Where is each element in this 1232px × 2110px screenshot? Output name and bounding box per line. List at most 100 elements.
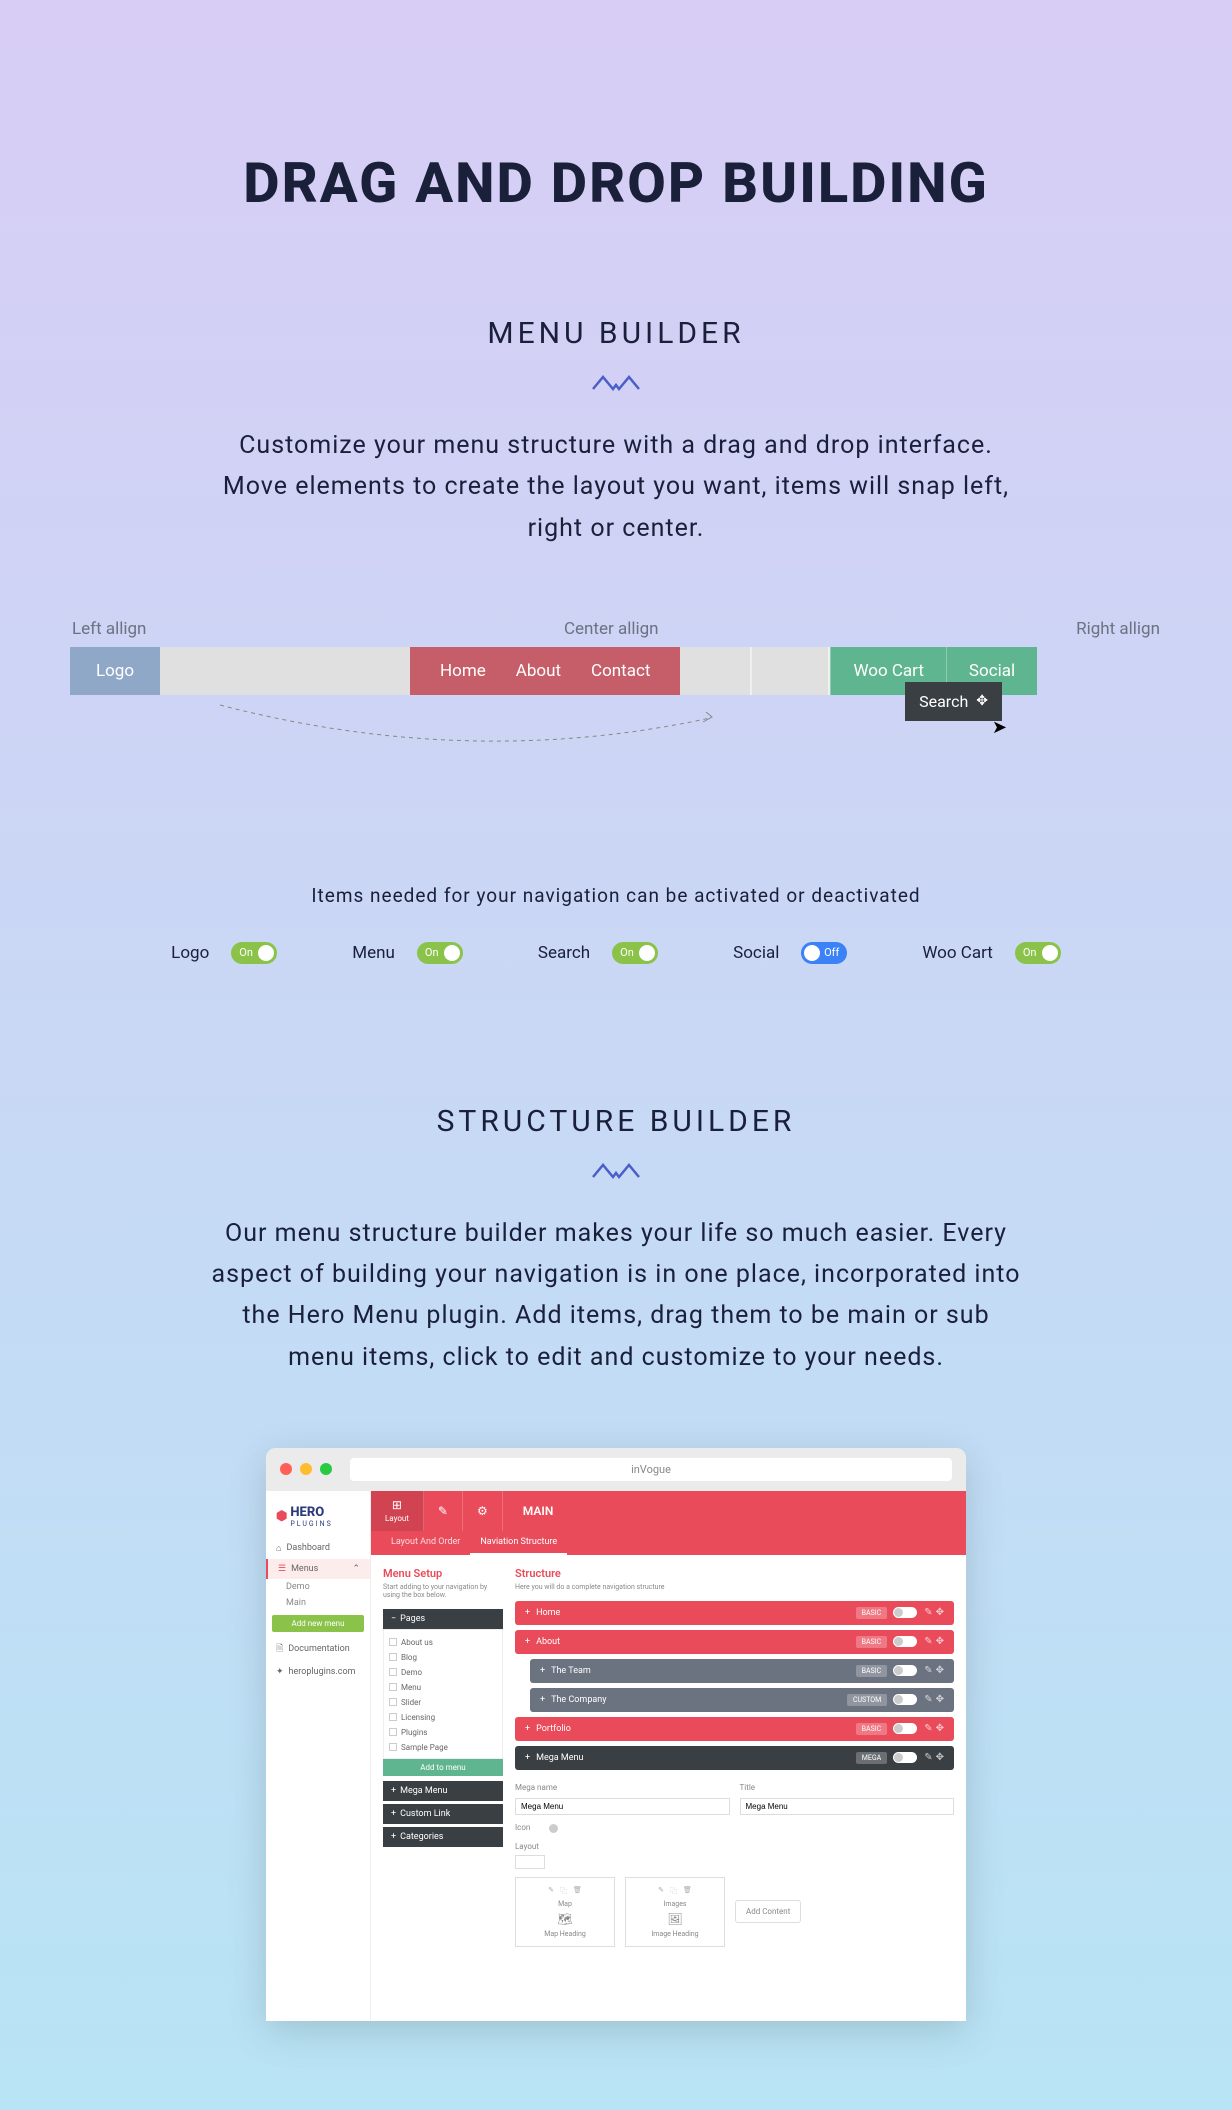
toggle-logo: Logo On xyxy=(171,942,277,964)
tab-nav-structure[interactable]: Naviation Structure xyxy=(470,1531,567,1555)
pencil-icon: ✎ xyxy=(438,1504,448,1518)
toggle-label: Woo Cart xyxy=(922,943,992,963)
doc-icon: 🗎 xyxy=(276,1641,283,1657)
page-item[interactable]: Plugins xyxy=(389,1725,497,1740)
nav-about[interactable]: About xyxy=(516,661,561,681)
structure-item[interactable]: +Mega MenuMEGA✎✥ xyxy=(515,1746,954,1770)
page-item[interactable]: Menu xyxy=(389,1680,497,1695)
edit-icon[interactable]: ✎ xyxy=(924,1636,932,1647)
checkbox[interactable] xyxy=(389,1743,397,1751)
minimize-dot[interactable] xyxy=(300,1463,312,1475)
pencil-icon: ✎ xyxy=(658,1886,664,1896)
sidebar-demo[interactable]: Demo xyxy=(266,1579,370,1595)
page-item[interactable]: Sample Page xyxy=(389,1740,497,1755)
move-icon[interactable]: ✥ xyxy=(936,1723,944,1734)
expand-icon[interactable]: + xyxy=(525,1724,530,1734)
menu-icon: ☰ xyxy=(278,1564,286,1574)
layout-box-map[interactable]: ✎⿻🗑Map🗺Map Heading xyxy=(515,1877,615,1947)
edit-icon[interactable]: ✎ xyxy=(924,1723,932,1734)
maximize-dot[interactable] xyxy=(320,1463,332,1475)
toggle-switch[interactable]: On xyxy=(612,942,658,964)
url-bar[interactable]: inVogue xyxy=(350,1458,952,1481)
page-item[interactable]: About us xyxy=(389,1635,497,1650)
align-labels: Left allign Center allign Right allign xyxy=(70,619,1162,639)
structure-item[interactable]: +PortfolioBASIC✎✥ xyxy=(515,1717,954,1741)
item-toggle[interactable] xyxy=(893,1636,917,1647)
toolbar-settings[interactable]: ⚙ xyxy=(463,1491,503,1531)
item-toggle[interactable] xyxy=(893,1723,917,1734)
tab-layout-order[interactable]: Layout And Order xyxy=(381,1531,470,1555)
move-icon[interactable]: ✥ xyxy=(936,1636,944,1647)
page-item[interactable]: Demo xyxy=(389,1665,497,1680)
sidebar-menus[interactable]: ☰Menus⌃ xyxy=(266,1559,370,1579)
edit-icon[interactable]: ✎ xyxy=(924,1607,932,1618)
item-toggle[interactable] xyxy=(893,1694,917,1705)
mega-menu-header[interactable]: +Mega Menu xyxy=(383,1781,503,1801)
add-content-button[interactable]: Add Content xyxy=(735,1900,801,1923)
expand-icon[interactable]: + xyxy=(525,1608,530,1618)
move-icon[interactable]: ✥ xyxy=(936,1607,944,1618)
expand-icon[interactable]: + xyxy=(540,1666,545,1676)
toggle-switch[interactable]: Off xyxy=(801,942,847,964)
checkbox[interactable] xyxy=(389,1698,397,1706)
close-dot[interactable] xyxy=(280,1463,292,1475)
toggle-switch[interactable]: On xyxy=(417,942,463,964)
checkbox[interactable] xyxy=(389,1713,397,1721)
add-new-menu-button[interactable]: Add new menu xyxy=(272,1615,364,1632)
toolbar-edit[interactable]: ✎ xyxy=(424,1491,463,1531)
type-badge: CUSTOM xyxy=(847,1694,887,1706)
move-icon[interactable]: ✥ xyxy=(936,1752,944,1763)
checkbox[interactable] xyxy=(389,1668,397,1676)
checkbox[interactable] xyxy=(389,1653,397,1661)
page-item[interactable]: Licensing xyxy=(389,1710,497,1725)
checkbox[interactable] xyxy=(389,1638,397,1646)
search-dragging[interactable]: Search ✥ xyxy=(905,682,1002,721)
item-toggle[interactable] xyxy=(893,1752,917,1763)
trash-icon: 🗑 xyxy=(573,1886,582,1896)
structure-item[interactable]: +The TeamBASIC✎✥ xyxy=(530,1659,954,1683)
structure-item[interactable]: +HomeBASIC✎✥ xyxy=(515,1601,954,1625)
type-badge: BASIC xyxy=(856,1723,888,1735)
pages-header[interactable]: −Pages xyxy=(383,1609,503,1629)
icon-toggle[interactable] xyxy=(548,1823,572,1834)
toggle-switch[interactable]: On xyxy=(231,942,277,964)
structure-item[interactable]: +The CompanyCUSTOM✎✥ xyxy=(530,1688,954,1712)
nav-contact[interactable]: Contact xyxy=(591,661,650,681)
expand-icon[interactable]: + xyxy=(525,1753,530,1763)
page-item[interactable]: Blog xyxy=(389,1650,497,1665)
sidebar-dashboard[interactable]: ⌂Dashboard xyxy=(266,1538,370,1559)
add-to-menu-button[interactable]: Add to menu xyxy=(383,1759,503,1776)
edit-icon[interactable]: ✎ xyxy=(924,1694,932,1705)
mega-name-label: Mega name xyxy=(515,1783,730,1792)
checkbox[interactable] xyxy=(389,1728,397,1736)
structure-builder-desc: Our menu structure builder makes your li… xyxy=(206,1213,1026,1378)
nav-home[interactable]: Home xyxy=(440,661,486,681)
item-toggle[interactable] xyxy=(893,1607,917,1618)
toggle-label: Logo xyxy=(171,943,209,963)
layout-thumb[interactable] xyxy=(515,1855,545,1869)
categories-header[interactable]: +Categories xyxy=(383,1827,503,1847)
toggle-switch[interactable]: On xyxy=(1015,942,1061,964)
move-icon[interactable]: ✥ xyxy=(936,1665,944,1676)
move-icon[interactable]: ✥ xyxy=(936,1694,944,1705)
sidebar-docs[interactable]: 🗎Documentation xyxy=(266,1636,370,1662)
layout-box-images[interactable]: ✎⿻🗑Images🖼Image Heading xyxy=(625,1877,725,1947)
mega-name-input[interactable] xyxy=(515,1798,730,1815)
title-input[interactable] xyxy=(740,1798,955,1815)
structure-item[interactable]: +AboutBASIC✎✥ xyxy=(515,1630,954,1654)
custom-link-header[interactable]: +Custom Link xyxy=(383,1804,503,1824)
expand-icon[interactable]: + xyxy=(540,1695,545,1705)
toolbar-layout[interactable]: ⊞Layout xyxy=(371,1491,424,1531)
main-title: DRAG AND DROP BUILDING xyxy=(70,150,1162,216)
page-item[interactable]: Slider xyxy=(389,1695,497,1710)
item-toggle[interactable] xyxy=(893,1665,917,1676)
checkbox[interactable] xyxy=(389,1683,397,1691)
sidebar-main[interactable]: Main xyxy=(266,1595,370,1611)
edit-icon[interactable]: ✎ xyxy=(924,1752,932,1763)
spacer xyxy=(160,647,410,695)
edit-icon[interactable]: ✎ xyxy=(924,1665,932,1676)
search-slot[interactable] xyxy=(750,647,830,695)
expand-icon[interactable]: + xyxy=(525,1637,530,1647)
logo-block[interactable]: Logo xyxy=(70,647,160,695)
sidebar-site[interactable]: ✦heroplugins.com xyxy=(266,1662,370,1682)
